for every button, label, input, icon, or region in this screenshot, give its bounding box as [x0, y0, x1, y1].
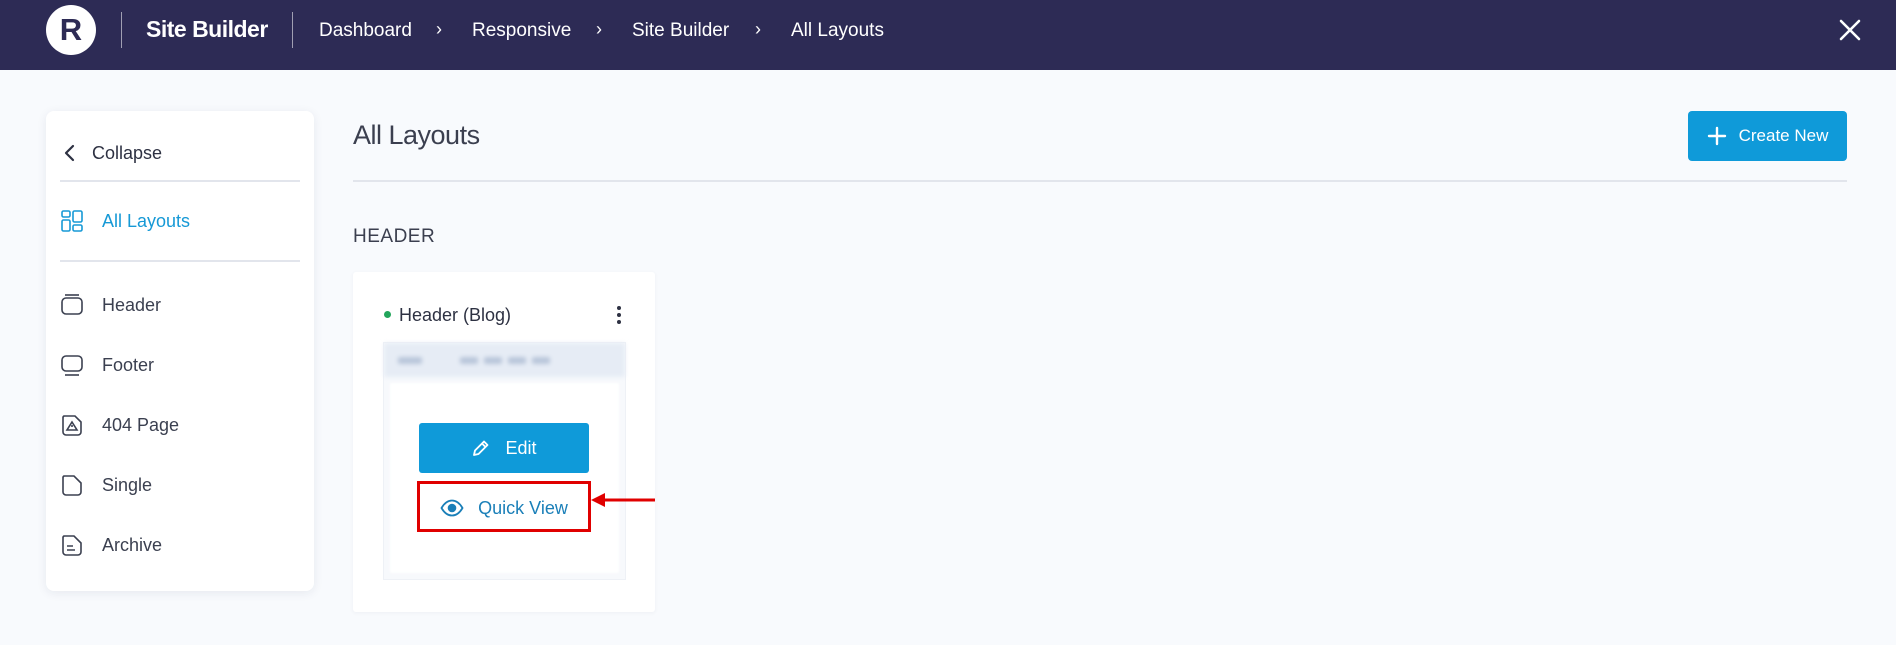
- quick-view-label: Quick View: [478, 497, 568, 518]
- plus-icon: [1707, 126, 1727, 146]
- status-dot: [384, 311, 391, 318]
- pencil-icon: [471, 438, 491, 458]
- edit-label: Edit: [505, 437, 537, 458]
- sidebar-item-label: 404 Page: [102, 414, 180, 435]
- close-icon: [1839, 19, 1861, 41]
- logo[interactable]: R: [46, 5, 96, 55]
- app-title: Site Builder: [146, 16, 268, 42]
- section-label-header: HEADER: [353, 226, 436, 247]
- sidebar-item-label: Archive: [102, 534, 163, 555]
- breadcrumb-dashboard[interactable]: Dashboard: [319, 20, 412, 42]
- sidebar: Collapse All Layouts Header Footer 404 P…: [46, 111, 314, 591]
- sidebar-item-header[interactable]: Header: [60, 287, 300, 323]
- footer-icon: [60, 353, 84, 377]
- quick-view-button[interactable]: Quick View: [419, 483, 589, 533]
- warning-page-icon: [60, 413, 84, 437]
- sidebar-item-archive[interactable]: Archive: [60, 527, 300, 563]
- layout-card-title: Header (Blog): [399, 305, 512, 325]
- breadcrumb-site-builder[interactable]: Site Builder: [632, 20, 729, 42]
- sidebar-divider: [60, 260, 300, 262]
- divider: [292, 12, 293, 48]
- sidebar-item-label: All Layouts: [102, 210, 191, 231]
- sidebar-item-label: Header: [102, 294, 162, 315]
- breadcrumb-all-layouts: All Layouts: [791, 20, 884, 41]
- eye-icon: [440, 499, 464, 517]
- main-divider: [353, 180, 1847, 182]
- sidebar-item-404-page[interactable]: 404 Page: [60, 407, 300, 443]
- top-bar: R Site Builder Dashboard › Responsive › …: [0, 0, 1896, 70]
- sidebar-item-single[interactable]: Single: [60, 467, 300, 503]
- more-vertical-icon: [617, 306, 621, 310]
- chevron-left-icon: [64, 144, 75, 162]
- create-new-button[interactable]: Create New: [1688, 111, 1847, 161]
- close-button[interactable]: [1836, 16, 1864, 44]
- collapse-label: Collapse: [92, 142, 163, 163]
- page-icon: [60, 473, 84, 497]
- breadcrumb-separator: ›: [436, 19, 442, 39]
- breadcrumb-responsive[interactable]: Responsive: [472, 20, 571, 42]
- sidebar-item-footer[interactable]: Footer: [60, 347, 300, 383]
- sidebar-item-label: Single: [102, 474, 153, 495]
- sidebar-item-all-layouts[interactable]: All Layouts: [60, 203, 300, 239]
- more-options-button[interactable]: [607, 302, 631, 328]
- divider: [121, 12, 122, 48]
- page-title: All Layouts: [353, 120, 480, 150]
- header-icon: [60, 293, 84, 317]
- breadcrumb-separator: ›: [755, 19, 761, 39]
- grid-icon: [60, 209, 84, 233]
- archive-icon: [60, 533, 84, 557]
- sidebar-divider: [60, 180, 300, 182]
- edit-button[interactable]: Edit: [419, 423, 589, 473]
- sidebar-item-label: Footer: [102, 354, 155, 375]
- breadcrumb-separator: ›: [596, 19, 602, 39]
- create-new-label: Create New: [1738, 126, 1829, 145]
- collapse-button[interactable]: Collapse: [60, 135, 300, 171]
